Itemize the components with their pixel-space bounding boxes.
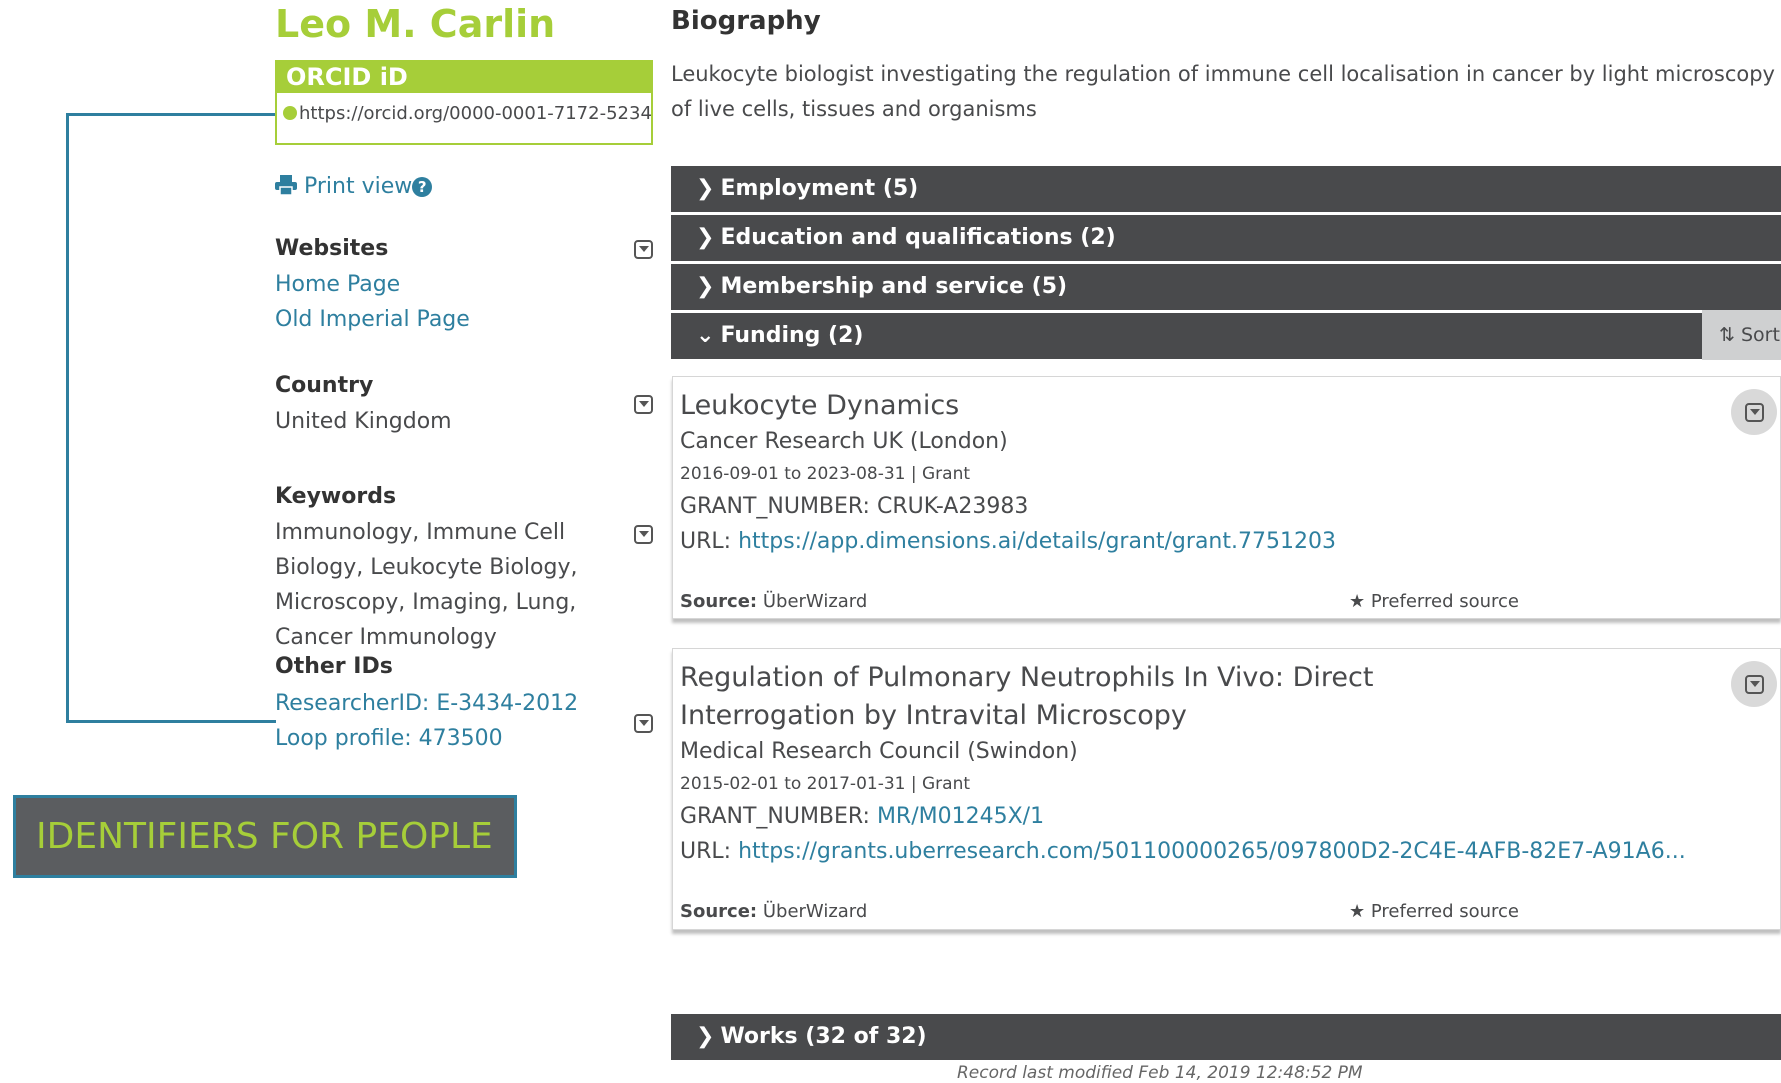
chevron-right-icon: ❯ [696, 176, 715, 201]
website-link-home[interactable]: Home Page [275, 267, 470, 302]
star-icon: ★ [1349, 591, 1366, 612]
toggle-icon [1745, 403, 1764, 422]
chevron-right-icon: ❯ [696, 274, 715, 299]
keywords-value: Immunology, Immune Cell Biology, Leukocy… [275, 520, 578, 650]
help-icon[interactable]: ? [412, 177, 433, 197]
funding-source: Source: ÜberWizard [680, 591, 868, 612]
biography-heading: Biography [671, 6, 821, 36]
section-works[interactable]: ❯ Works (32 of 32) [671, 1014, 1781, 1060]
researcher-id-link[interactable]: ResearcherID: E-3434-2012 [275, 686, 578, 721]
grant-number-link[interactable]: MR/M01245X/1 [877, 804, 1044, 829]
print-view-label: Print view [304, 174, 413, 199]
section-employment[interactable]: ❯ Employment (5) [671, 166, 1781, 212]
funding-source: Source: ÜberWizard [680, 901, 868, 922]
orcid-id-box: ORCID iD https://orcid.org/0000-0001-717… [275, 60, 653, 145]
orcid-id-url[interactable]: https://orcid.org/0000-0001-7172-5234 [277, 93, 652, 124]
funding-grant-number: GRANT_NUMBER: CRUK-A23983 [680, 494, 1029, 519]
other-ids-heading: Other IDs [275, 654, 393, 679]
funding-url: URL: https://app.dimensions.ai/details/g… [680, 529, 1336, 554]
other-ids-list: ResearcherID: E-3434-2012 Loop profile: … [275, 686, 578, 756]
country-value: United Kingdom [275, 409, 452, 434]
star-icon: ★ [1349, 901, 1366, 922]
funding-card-toggle-button[interactable] [1731, 661, 1777, 707]
other-ids-toggle-icon[interactable] [634, 714, 653, 733]
section-membership[interactable]: ❯ Membership and service (5) [671, 264, 1781, 310]
sort-icon: ⇅ [1719, 324, 1735, 346]
websites-toggle-icon[interactable] [634, 240, 653, 259]
chevron-right-icon: ❯ [696, 225, 715, 250]
loop-profile-link[interactable]: Loop profile: 473500 [275, 721, 578, 756]
funding-card-toggle-button[interactable] [1731, 389, 1777, 435]
annotation-callout: IDENTIFIERS FOR PEOPLE [13, 795, 517, 878]
website-link-old-imperial[interactable]: Old Imperial Page [275, 302, 470, 337]
funding-title: Leukocyte Dynamics [680, 390, 960, 421]
funding-org: Medical Research Council (Swindon) [680, 739, 1078, 764]
preferred-source: ★ Preferred source [1349, 901, 1519, 922]
annotation-bracket [66, 113, 276, 723]
section-funding[interactable]: ⌄ Funding (2) [671, 313, 1702, 359]
funding-url: URL: https://grants.uberresearch.com/501… [680, 839, 1686, 864]
biography-text: Leukocyte biologist investigating the re… [671, 62, 1775, 121]
section-education[interactable]: ❯ Education and qualifications (2) [671, 215, 1781, 261]
websites-list: Home Page Old Imperial Page [275, 267, 470, 337]
country-heading: Country [275, 373, 374, 398]
funding-dates: 2015-02-01 to 2017-01-31 | Grant [680, 774, 971, 794]
print-view-link[interactable]: Print view? [275, 174, 433, 199]
funding-card: Leukocyte Dynamics Cancer Research UK (L… [672, 376, 1781, 619]
chevron-down-icon: ⌄ [696, 323, 715, 348]
orcid-icon [283, 106, 297, 120]
keywords-heading: Keywords [275, 484, 397, 509]
record-last-modified: Record last modified Feb 14, 2019 12:48:… [957, 1063, 1363, 1083]
funding-org: Cancer Research UK (London) [680, 429, 1008, 454]
funding-title: Regulation of Pulmonary Neutrophils In V… [680, 662, 1374, 731]
orcid-id-label: ORCID iD [277, 62, 651, 93]
chevron-right-icon: ❯ [696, 1024, 715, 1049]
funding-dates: 2016-09-01 to 2023-08-31 | Grant [680, 464, 971, 484]
funding-url-link[interactable]: https://grants.uberresearch.com/50110000… [738, 839, 1686, 864]
toggle-icon [1745, 675, 1764, 694]
profile-name: Leo M. Carlin [275, 2, 556, 46]
funding-url-link[interactable]: https://app.dimensions.ai/details/grant/… [738, 529, 1336, 554]
websites-heading: Websites [275, 236, 389, 261]
sort-button[interactable]: ⇅ Sort [1702, 310, 1781, 360]
funding-card: Regulation of Pulmonary Neutrophils In V… [672, 648, 1781, 930]
funding-grant-number: GRANT_NUMBER: MR/M01245X/1 [680, 804, 1045, 829]
callout-text: IDENTIFIERS FOR PEOPLE [36, 816, 493, 857]
country-toggle-icon[interactable] [634, 395, 653, 414]
preferred-source: ★ Preferred source [1349, 591, 1519, 612]
printer-icon [275, 175, 297, 196]
